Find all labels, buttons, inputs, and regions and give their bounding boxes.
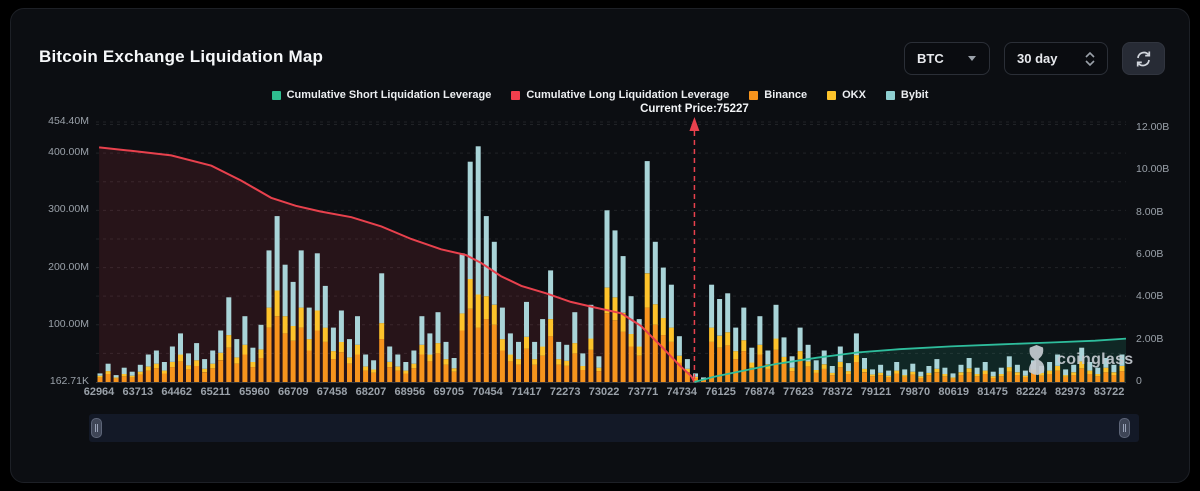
navigator-handle-right[interactable] (1119, 418, 1130, 438)
liquidation-chart-plot[interactable] (11, 9, 1200, 429)
range-navigator-track[interactable] (89, 414, 1139, 442)
navigator-handle-left[interactable] (91, 418, 102, 438)
liquidation-map-card: Bitcoin Exchange Liquidation Map BTC 30 … (10, 8, 1190, 483)
